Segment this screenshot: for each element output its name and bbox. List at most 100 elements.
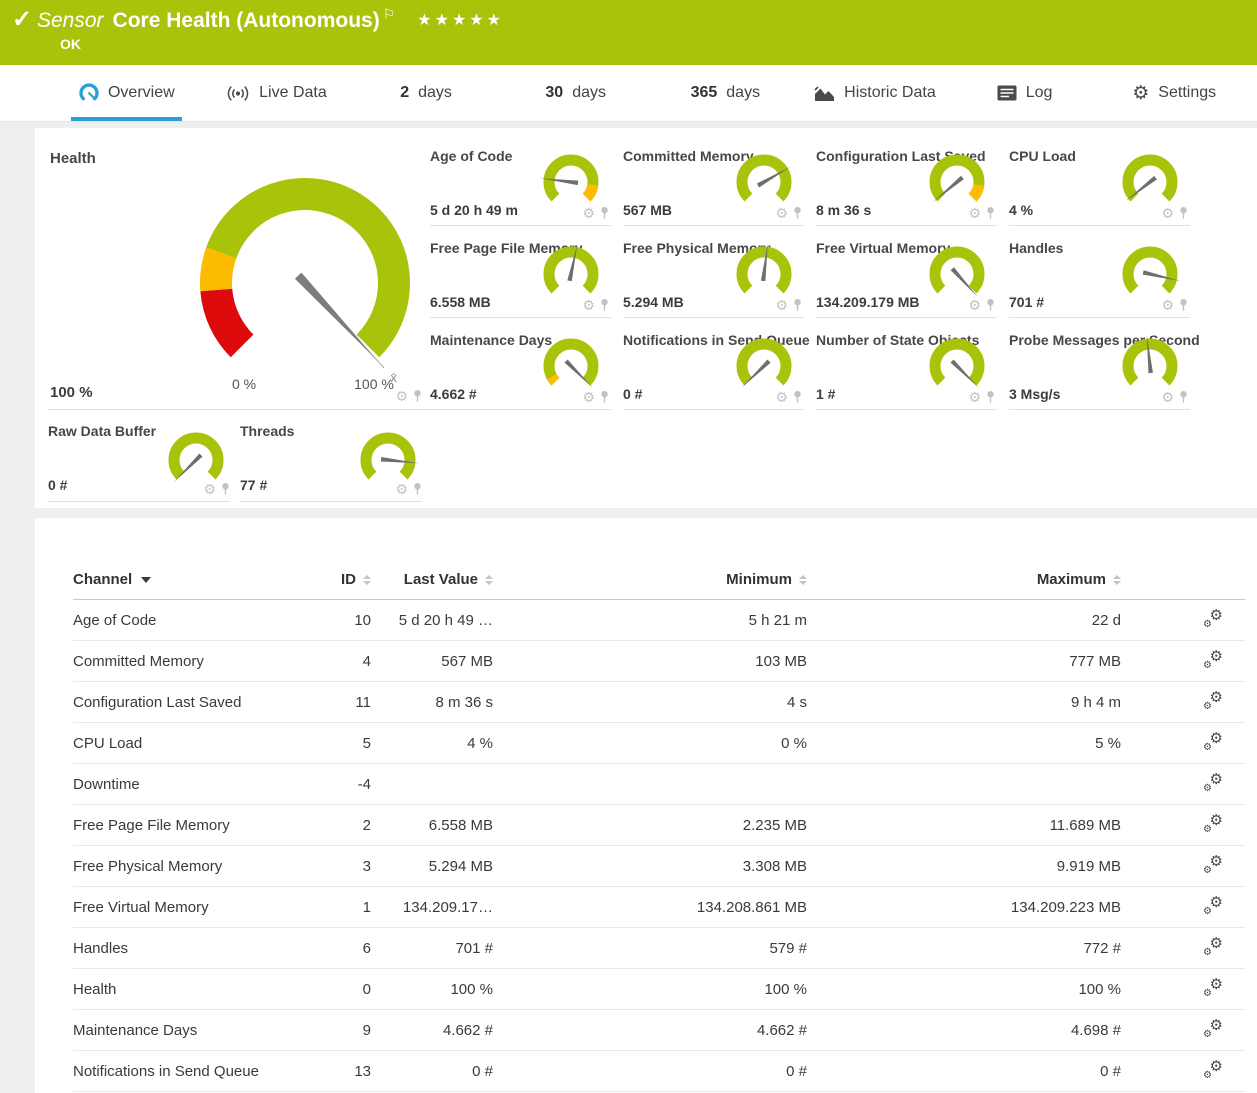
gauge-actions: ⚙	[1161, 206, 1188, 220]
channel-settings-icon[interactable]: ⚙ ⚙	[1203, 980, 1223, 999]
gauge-cell-number-of-state-objects: Number of State Objects 1 # ⚙	[816, 318, 997, 410]
tab-365-days[interactable]: 365days	[651, 65, 801, 121]
pin-icon[interactable]	[413, 390, 422, 402]
column-header-last-value[interactable]: Last Value	[371, 571, 521, 588]
gauge-settings-icon[interactable]: ⚙	[968, 206, 981, 220]
pin-icon[interactable]	[1179, 207, 1188, 219]
gauge-settings-icon[interactable]: ⚙	[582, 298, 595, 312]
table-row-notifications-in-send-queue[interactable]: Notifications in Send Queue 13 0 # 0 # 0…	[73, 1051, 1245, 1092]
gauge-settings-icon[interactable]: ⚙	[395, 482, 408, 496]
cell-channel[interactable]: Committed Memory	[73, 653, 301, 670]
pin-icon[interactable]	[986, 391, 995, 403]
pin-icon[interactable]	[986, 299, 995, 311]
cell-channel[interactable]: Downtime	[73, 776, 301, 793]
gauge-settings-icon[interactable]: ⚙	[395, 389, 408, 403]
cell-maximum: 9.919 MB	[835, 858, 1149, 875]
cell-actions: ⚙ ⚙	[1149, 1062, 1245, 1081]
column-header-channel[interactable]: Channel	[73, 571, 301, 588]
column-header-minimum[interactable]: Minimum	[521, 571, 835, 588]
cell-channel[interactable]: Free Virtual Memory	[73, 899, 301, 916]
tab-overview[interactable]: Overview	[52, 65, 202, 121]
gauge-settings-icon[interactable]: ⚙	[582, 206, 595, 220]
table-row-free-physical-memory[interactable]: Free Physical Memory 3 5.294 MB 3.308 MB…	[73, 846, 1245, 887]
cell-channel[interactable]: Configuration Last Saved	[73, 694, 301, 711]
channel-settings-icon[interactable]: ⚙ ⚙	[1203, 611, 1223, 630]
channel-settings-icon[interactable]: ⚙ ⚙	[1203, 816, 1223, 835]
table-row-free-page-file-memory[interactable]: Free Page File Memory 2 6.558 MB 2.235 M…	[73, 805, 1245, 846]
tab-live-data[interactable]: Live Data	[202, 65, 352, 121]
table-row-age-of-code[interactable]: Age of Code 10 5 d 20 h 49 … 5 h 21 m 22…	[73, 600, 1245, 641]
channel-settings-icon[interactable]: ⚙ ⚙	[1203, 857, 1223, 876]
cell-channel[interactable]: Maintenance Days	[73, 1022, 301, 1039]
gauge-value: 567 MB	[623, 202, 672, 218]
table-row-handles[interactable]: Handles 6 701 # 579 # 772 # ⚙ ⚙	[73, 928, 1245, 969]
cell-id: 6	[301, 940, 371, 957]
cell-actions: ⚙ ⚙	[1149, 693, 1245, 712]
pin-icon[interactable]	[1179, 391, 1188, 403]
pin-icon[interactable]	[600, 299, 609, 311]
pin-icon[interactable]	[221, 483, 230, 495]
gauge-settings-icon[interactable]: ⚙	[582, 390, 595, 404]
gauge-settings-icon[interactable]: ⚙	[203, 482, 216, 496]
priority-stars[interactable]: ★★★★★	[417, 12, 504, 29]
pin-icon[interactable]	[793, 391, 802, 403]
channel-settings-icon[interactable]: ⚙ ⚙	[1203, 652, 1223, 671]
table-row-downtime[interactable]: Downtime -4 ⚙ ⚙	[73, 764, 1245, 805]
channel-settings-icon[interactable]: ⚙ ⚙	[1203, 1062, 1223, 1081]
cell-channel[interactable]: Health	[73, 981, 301, 998]
column-header-id[interactable]: ID	[301, 571, 371, 588]
gauge-settings-icon[interactable]: ⚙	[775, 298, 788, 312]
gauge-icon	[79, 83, 99, 103]
gauge-settings-icon[interactable]: ⚙	[1161, 206, 1174, 220]
cell-channel[interactable]: Notifications in Send Queue	[73, 1063, 301, 1080]
gauge-settings-icon[interactable]: ⚙	[775, 206, 788, 220]
pin-icon[interactable]	[793, 207, 802, 219]
cell-channel[interactable]: CPU Load	[73, 735, 301, 752]
table-row-cpu-load[interactable]: CPU Load 5 4 % 0 % 5 % ⚙ ⚙	[73, 723, 1245, 764]
table-row-committed-memory[interactable]: Committed Memory 4 567 MB 103 MB 777 MB …	[73, 641, 1245, 682]
gauge-value: 8 m 36 s	[816, 202, 871, 218]
gauge-settings-icon[interactable]: ⚙	[968, 298, 981, 312]
cell-channel[interactable]: Handles	[73, 940, 301, 957]
tab-log[interactable]: Log	[950, 65, 1100, 121]
tab-label: Historic Data	[844, 84, 936, 102]
tab-historic-data[interactable]: Historic Data	[800, 65, 950, 121]
tab-label: Log	[1026, 84, 1053, 102]
table-row-health[interactable]: Health 0 100 % 100 % 100 % ⚙ ⚙	[73, 969, 1245, 1010]
cell-channel[interactable]: Free Physical Memory	[73, 858, 301, 875]
tab-prefix: 30	[545, 84, 563, 102]
pin-icon[interactable]	[600, 391, 609, 403]
table-row-free-virtual-memory[interactable]: Free Virtual Memory 1 134.209.17… 134.20…	[73, 887, 1245, 928]
tab-settings[interactable]: ⚙Settings	[1099, 65, 1249, 121]
gauge-value: 0 #	[623, 386, 642, 402]
gauge-settings-icon[interactable]: ⚙	[775, 390, 788, 404]
channel-settings-icon[interactable]: ⚙ ⚙	[1203, 734, 1223, 753]
cell-maximum: 100 %	[835, 981, 1149, 998]
tab-label: Overview	[108, 84, 175, 102]
pin-icon[interactable]	[986, 207, 995, 219]
gauge-settings-icon[interactable]: ⚙	[968, 390, 981, 404]
cell-channel[interactable]: Free Page File Memory	[73, 817, 301, 834]
gauge-settings-icon[interactable]: ⚙	[1161, 298, 1174, 312]
channel-settings-icon[interactable]: ⚙ ⚙	[1203, 939, 1223, 958]
channel-settings-icon[interactable]: ⚙ ⚙	[1203, 693, 1223, 712]
pin-icon[interactable]	[600, 207, 609, 219]
flag-icon[interactable]: ⚐	[383, 6, 396, 22]
table-row-configuration-last-saved[interactable]: Configuration Last Saved 11 8 m 36 s 4 s…	[73, 682, 1245, 723]
channel-settings-icon[interactable]: ⚙ ⚙	[1203, 775, 1223, 794]
gauge-actions: ⚙	[203, 482, 230, 496]
table-row-maintenance-days[interactable]: Maintenance Days 9 4.662 # 4.662 # 4.698…	[73, 1010, 1245, 1051]
pin-icon[interactable]	[413, 483, 422, 495]
channel-settings-icon[interactable]: ⚙ ⚙	[1203, 1021, 1223, 1040]
cell-channel[interactable]: Age of Code	[73, 612, 301, 629]
gauge-cell-notifications-in-send-queue: Notifications in Send Queue 0 # ⚙	[623, 318, 804, 410]
channel-settings-icon[interactable]: ⚙ ⚙	[1203, 898, 1223, 917]
column-header-maximum[interactable]: Maximum	[835, 571, 1149, 588]
pin-icon[interactable]	[1179, 299, 1188, 311]
gauge-settings-icon[interactable]: ⚙	[1161, 390, 1174, 404]
pin-icon[interactable]	[793, 299, 802, 311]
tab-30-days[interactable]: 30days	[501, 65, 651, 121]
gauge-value: 5.294 MB	[623, 294, 684, 310]
gauge-actions: ⚙	[775, 206, 802, 220]
tab-2-days[interactable]: 2days	[351, 65, 501, 121]
